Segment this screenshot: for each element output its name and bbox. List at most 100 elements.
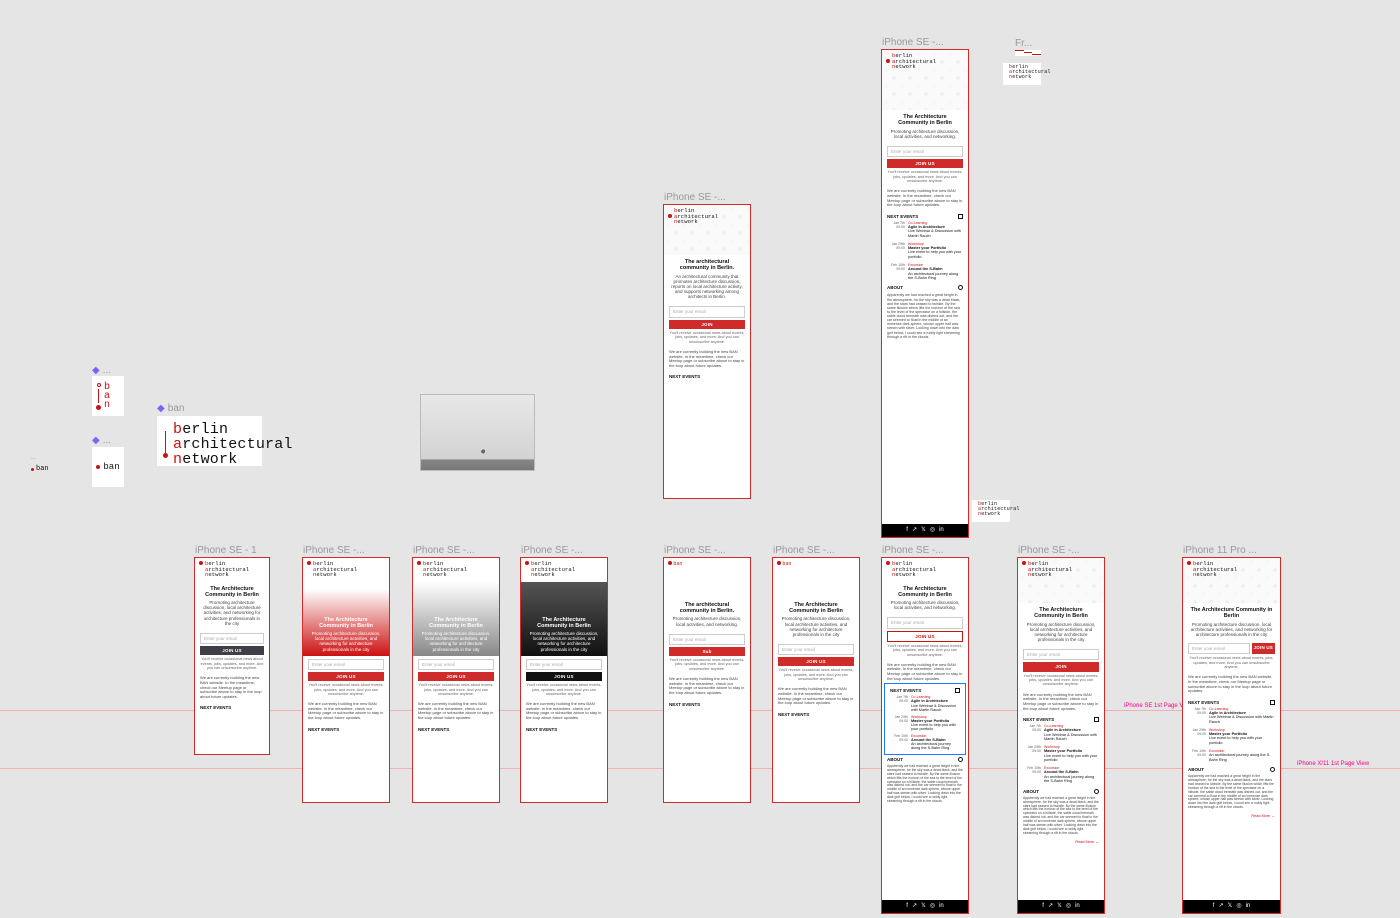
asset-ban-square: ban — [92, 447, 124, 487]
twitter-icon[interactable]: 𝕏 — [921, 527, 926, 534]
frame-iphone-se-top-mid[interactable]: berlin architectural network The archite… — [664, 205, 750, 498]
frame-iphone-se-top-right[interactable]: berlin architectural network The Archite… — [882, 50, 968, 537]
join-button[interactable]: JOIN US — [200, 646, 264, 655]
twitter-icon[interactable]: 𝕏 — [1057, 903, 1062, 910]
frame-iphone-se-sub[interactable]: ban The architectural community in Berli… — [664, 558, 750, 802]
body-note: We are currently building the new BAN we… — [200, 676, 264, 699]
linkedin-icon[interactable]: in — [939, 903, 944, 910]
instagram-icon[interactable]: ◎ — [1066, 903, 1071, 910]
event-item[interactable]: Jan 7th09:00Co-LearningAgile in Architec… — [890, 695, 960, 712]
share-icon[interactable]: ↗ — [912, 527, 917, 534]
calendar-icon — [955, 688, 960, 693]
join-button[interactable]: JOIN — [669, 320, 745, 329]
linkedin-icon[interactable]: in — [939, 527, 944, 534]
frame-title[interactable]: iPhone SE -... — [521, 545, 583, 556]
about-text: Apparently we had reached a great height… — [887, 293, 963, 338]
event-item[interactable]: Jan 29th09:00WorkshopMaster your Portfol… — [1188, 728, 1275, 745]
join-button[interactable]: JOIN — [1023, 662, 1099, 671]
email-input[interactable]: Enter your email — [669, 634, 745, 645]
frame-title[interactable]: iPhone SE -... — [664, 192, 726, 203]
calendar-icon — [1094, 717, 1099, 722]
next-events-heading: NEXT EVENTS — [887, 214, 963, 219]
frame-title[interactable]: iPhone SE -... — [882, 545, 944, 556]
read-more-link[interactable]: Read More → — [1188, 814, 1275, 818]
frame-iphone-se-outline[interactable]: berlinarchitecturalnetwork The Architect… — [882, 558, 968, 913]
frame-iphone-11-pro[interactable]: berlinarchitecturalnetwork The Architect… — [1183, 558, 1280, 913]
instagram-icon[interactable]: ◎ — [1236, 903, 1241, 910]
frame-title[interactable]: iPhone SE -... — [413, 545, 475, 556]
join-button[interactable]: JOIN US — [308, 672, 384, 681]
event-item[interactable]: Feb 10th09:00ExcursionAround the S-BahnA… — [887, 263, 963, 280]
facebook-icon[interactable]: f — [1213, 903, 1215, 910]
email-input[interactable]: Enter your email — [887, 617, 963, 628]
event-item[interactable]: Feb 10th09:00ExcursionAround the S-BahnA… — [1023, 766, 1099, 783]
join-button[interactable]: JOIN US — [1252, 643, 1275, 654]
event-item[interactable]: Jan 29th09:00WorkshopMaster your Portfol… — [887, 242, 963, 259]
frame-iphone-se-red[interactable]: berlinarchitecturalnetwork The Architect… — [303, 558, 389, 802]
hero-title: The Architecture Community in Berlin — [1189, 607, 1274, 620]
email-input[interactable]: Enter your email — [308, 659, 384, 670]
asset-ban-tiny: ban — [31, 465, 49, 473]
facebook-icon[interactable]: f — [906, 527, 908, 534]
email-input[interactable]: Enter your email — [418, 659, 494, 670]
event-item[interactable]: Jan 7th09:00Co-LearningAgile in Architec… — [887, 221, 963, 238]
event-item[interactable]: Feb 10th09:00ExcursionAn architectural j… — [1188, 749, 1275, 762]
sub-button[interactable]: Sub — [669, 647, 745, 656]
email-input[interactable]: Enter your email — [1023, 649, 1099, 660]
frame-title[interactable]: iPhone SE -... — [882, 37, 944, 48]
email-input[interactable]: Enter your email — [200, 633, 264, 644]
next-events-heading: NEXT EVENTS — [669, 374, 745, 379]
twitter-icon[interactable]: 𝕏 — [1227, 903, 1232, 910]
linkedin-icon[interactable]: in — [1246, 903, 1251, 910]
facebook-icon[interactable]: f — [906, 903, 908, 910]
frame-title[interactable]: iPhone SE -... — [773, 545, 835, 556]
instagram-icon[interactable]: ◎ — [930, 527, 935, 534]
subscribe-note: You'll receive occasional news about eve… — [308, 683, 384, 696]
frame-iphone-se-black[interactable]: berlinarchitecturalnetwork The Architect… — [521, 558, 607, 802]
hero-subtitle: Promoting architecture discussion, local… — [201, 600, 263, 626]
join-button[interactable]: JOIN US — [887, 159, 963, 168]
join-button[interactable]: JOIN US — [778, 657, 854, 666]
read-more-link[interactable]: Read More → — [1023, 840, 1099, 844]
event-item[interactable]: Jan 29th09:00WorkshopMaster your Portfol… — [890, 715, 960, 732]
facebook-icon[interactable]: f — [1042, 903, 1044, 910]
email-input[interactable]: Enter your email — [526, 659, 602, 670]
email-input[interactable]: Enter your email — [1188, 643, 1250, 654]
join-button[interactable]: JOIN US — [887, 631, 963, 642]
email-input[interactable]: Enter your email — [887, 146, 963, 157]
share-icon[interactable]: ↗ — [912, 903, 917, 910]
hero-title: The Architecture Community in Berlin — [419, 617, 493, 630]
body-note: We are currently building the new BAN we… — [669, 350, 745, 368]
frame-title[interactable]: iPhone 11 Pro ... — [1183, 545, 1257, 556]
frame-iphone-se-gray[interactable]: berlinarchitecturalnetwork The Architect… — [413, 558, 499, 802]
frame-title[interactable]: iPhone SE - 1 — [195, 545, 257, 556]
subscribe-note: You'll receive occasional news about eve… — [669, 658, 745, 671]
frame-title[interactable]: iPhone SE -... — [1018, 545, 1080, 556]
frame-iphone-se-texture[interactable]: berlinarchitecturalnetwork The Architect… — [1018, 558, 1104, 913]
share-icon[interactable]: ↗ — [1048, 903, 1053, 910]
email-input[interactable]: Enter your email — [669, 306, 745, 317]
share-icon[interactable]: ↗ — [1218, 903, 1223, 910]
about-heading: ABOUT — [887, 285, 963, 290]
linkedin-icon[interactable]: in — [1075, 903, 1080, 910]
event-item[interactable]: Jan 7th09:00Co-LearningAgile in Architec… — [1023, 724, 1099, 741]
frame-iphone-se-1[interactable]: berlinarchitecturalnetwork The Architect… — [195, 558, 269, 754]
about-heading: ABOUT — [1188, 767, 1275, 772]
event-item[interactable]: Jan 29th09:00WorkshopMaster your Portfol… — [1023, 745, 1099, 762]
about-text: Apparently we had reached a great height… — [1188, 775, 1275, 810]
frame-iphone-se-joinus[interactable]: ban The Architecture Community in Berlin… — [773, 558, 859, 802]
hero-title: The Architecture Community in Berlin — [309, 617, 383, 630]
frame-title[interactable]: iPhone SE -... — [664, 545, 726, 556]
email-input[interactable]: Enter your email — [778, 644, 854, 655]
join-button[interactable]: JOIN US — [526, 672, 602, 681]
event-item[interactable]: Jan 7th09:00Co-LearningAgile in Architec… — [1188, 707, 1275, 724]
hero-subtitle: Promoting architecture discussion, local… — [779, 616, 853, 637]
event-item[interactable]: Feb 10th09:00ExcursionAround the S-BahnA… — [890, 734, 960, 751]
join-button[interactable]: JOIN US — [418, 672, 494, 681]
twitter-icon[interactable]: 𝕏 — [921, 903, 926, 910]
frame-fr-bar[interactable] — [1015, 50, 1041, 56]
frame-title[interactable]: iPhone SE -... — [303, 545, 365, 556]
hero-subtitle: An architectural community that promotes… — [670, 274, 744, 300]
instagram-icon[interactable]: ◎ — [930, 903, 935, 910]
hero-subtitle: Promoting architecture discussion, local… — [527, 631, 601, 652]
